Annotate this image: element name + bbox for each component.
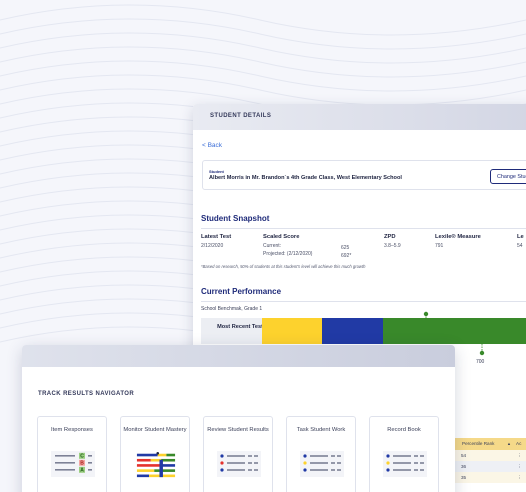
track-results-navigator: TRACK RESULTS NAVIGATOR Item Responses C… [22,345,455,492]
scaled-score-column: Scaled Score Current: Projected: (2/12/2… [263,234,312,257]
student-caption: Student [209,169,224,174]
card-label: Task Student Work [296,427,346,433]
lexile-value: 791 [435,243,444,249]
lexile-label: Lexile® Measure [435,234,481,240]
extra-label: Le [517,234,524,240]
card-label: Item Responses [51,427,93,433]
student-info-box: Student Albert Morris in Mr. Brandon`s 4… [202,160,526,190]
extra-column: Le 54 [517,234,524,249]
item-responses-icon: C B A [51,451,95,477]
latest-test-label: Latest Test [201,234,232,240]
performance-divider [201,301,526,302]
row-menu-icon[interactable]: ⋮ [517,453,522,459]
card-task-student-work[interactable]: Task Student Work [286,416,356,492]
card-label: Monitor Student Mastery [123,427,187,433]
scaled-score-values: 625 692* [341,242,351,259]
scale-tick-label: 700 [476,359,485,365]
snapshot-title: Student Snapshot [201,214,270,223]
card-label: Review Student Results [207,427,269,433]
percentile-table-header: Percentile Rank ▲ Ac [455,438,526,450]
zpd-value: 3.8–5.9 [384,243,401,249]
actions-header: Ac [516,441,522,446]
percentile-value: 36 [461,464,467,469]
projected-score-label: Projected: (2/12/2020) [263,251,313,257]
student-name: Albert Morris in Mr. Brandon`s 4th Grade… [209,175,402,181]
card-record-book[interactable]: Record Book [369,416,439,492]
perf-segment-yellow [262,318,322,344]
back-link[interactable]: < Back [202,142,222,149]
item-mark-a: A [80,468,84,474]
latest-test-column: Latest Test 2/12/2020 [201,234,231,249]
benchmark-label: School Benchmak, Grade 1 [201,306,263,312]
zpd-label: ZPD [384,234,396,240]
row-menu-icon[interactable]: ⋮ [517,475,522,481]
task-list-icon [300,451,344,477]
card-item-responses[interactable]: Item Responses C B A [37,416,107,492]
percentile-row[interactable]: 35 ⋮ [455,472,526,483]
record-book-icon [383,451,427,477]
mastery-chart-icon [136,452,176,478]
card-review-student-results[interactable]: Review Student Results [203,416,273,492]
current-score-value: 625 [341,245,350,251]
item-mark-c: C [80,454,84,460]
student-details-header: STUDENT DETAILS [193,104,526,130]
percentile-rank-header[interactable]: Percentile Rank [462,441,494,446]
current-score-label: Current: [263,243,282,249]
card-monitor-student-mastery[interactable]: Monitor Student Mastery [120,416,190,492]
scaled-score-label: Scaled Score [263,234,300,240]
most-recent-test-row: Most Recent Test [201,318,526,344]
projected-score-marker [479,344,485,356]
results-list-icon [217,451,261,477]
growth-footnote: *Based on research, 50% of students at t… [201,264,366,269]
lexile-column: Lexile® Measure 791 [435,234,481,249]
change-student-button[interactable]: Change Stud [490,169,526,184]
sort-arrow-icon[interactable]: ▲ [507,441,511,446]
percentile-row[interactable]: 54 ⋮ [455,450,526,461]
percentile-value: 54 [461,453,467,458]
card-label: Record Book [387,427,421,433]
latest-test-value: 2/12/2020 [201,243,224,249]
row-menu-icon[interactable]: ⋮ [517,464,522,470]
snapshot-divider [201,228,526,229]
navigator-header-bar [22,345,455,367]
item-mark-b: B [80,461,84,467]
perf-segment-green [383,318,526,344]
extra-value: 54 [517,243,523,249]
perf-segment-blue [322,318,383,344]
navigator-title: TRACK RESULTS NAVIGATOR [38,391,135,397]
performance-title: Current Performance [201,287,282,296]
most-recent-test-label: Most Recent Test [217,324,263,330]
zpd-column: ZPD 3.8–5.9 [384,234,401,249]
percentile-row[interactable]: 36 ⋮ [455,461,526,472]
percentile-value: 35 [461,475,467,480]
projected-score-value: 692* [341,253,352,259]
